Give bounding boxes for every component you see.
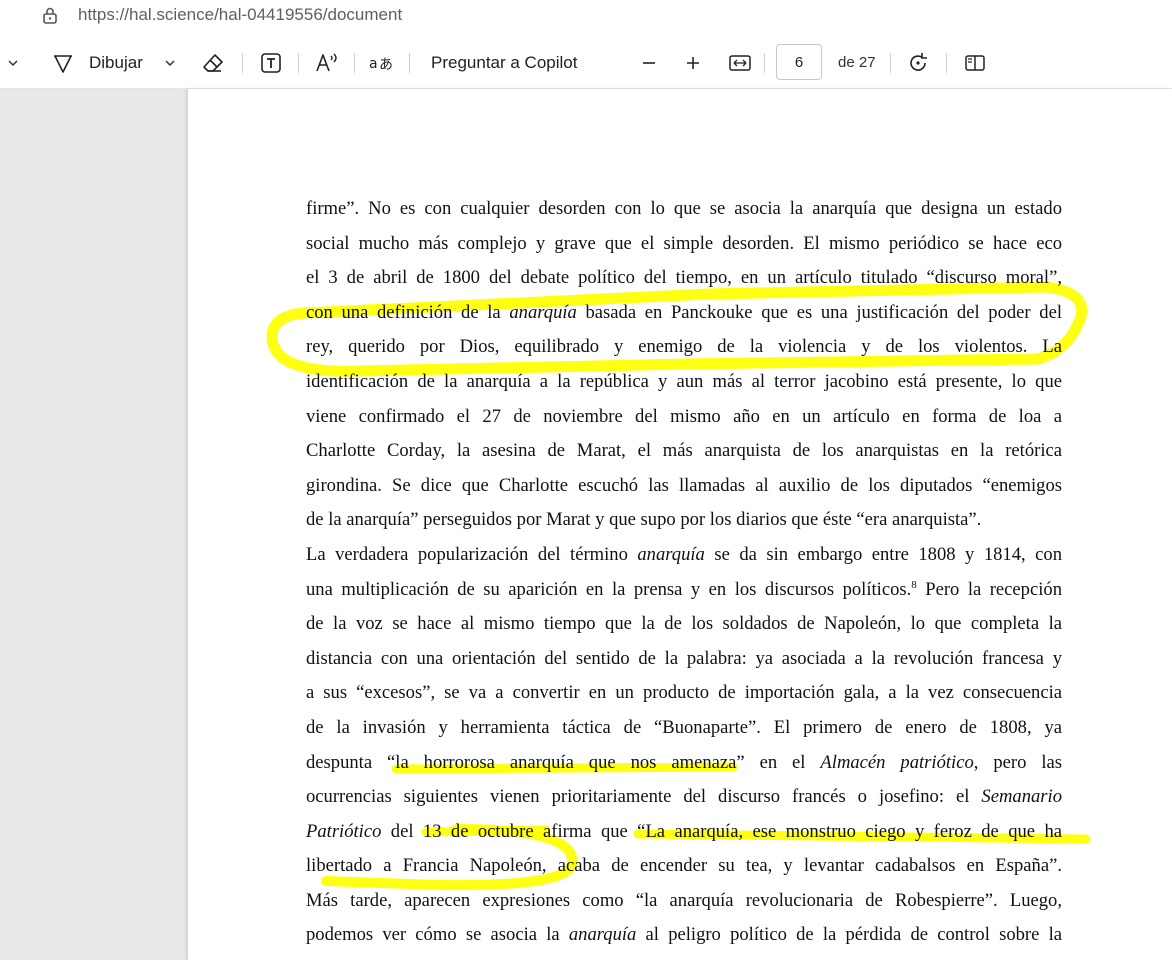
pdf-toolbar: Dibujar aあ Preguntar a Copilot de 27 <box>0 38 1172 89</box>
text-line: distancia con una orientación del sentid… <box>306 642 1062 677</box>
text-segment: podemos ver cómo se asocia la <box>306 924 569 946</box>
text-segment: ocurrencias siguientes vienen prioritari… <box>306 786 982 808</box>
text-segment: social mucho más complejo y grave que el… <box>306 232 1062 254</box>
text-line: ocurrencias siguientes vienen prioritari… <box>306 780 1062 815</box>
text-segment: el 3 de abril de 1800 del debate polític… <box>306 267 1062 289</box>
text-line: a sus “excesos”, se va a convertir en un… <box>306 676 1062 711</box>
page-view-icon[interactable] <box>962 38 988 88</box>
address-bar: https://hal.science/hal-04419556/documen… <box>0 0 1172 30</box>
text-line: una multiplicación de su aparición en la… <box>306 573 1062 608</box>
draw-pen-icon[interactable] <box>50 38 76 88</box>
draw-button[interactable]: Dibujar <box>89 38 143 88</box>
text-segment: se da sin embargo entre 1808 y 1814, con <box>704 543 1062 565</box>
svg-text:あ: あ <box>379 57 393 73</box>
zoom-in-icon[interactable] <box>682 38 704 88</box>
text-line: social mucho más complejo y grave que el… <box>306 227 1062 262</box>
text-line: libertado a Francia Napoleón, acaba de e… <box>306 849 1062 884</box>
text-line: Más tarde, aparecen expresiones como “la… <box>306 884 1062 919</box>
text-line: de la anarquía” perseguidos por Marat y … <box>306 503 1062 538</box>
text-segment: La verdadera popularización del término <box>306 543 638 565</box>
text-segment: con una definición de la <box>306 301 510 323</box>
toolbar-divider <box>764 53 765 73</box>
text-segment: Más tarde, aparecen expresiones como “la… <box>306 889 1062 911</box>
document-text: firme”. No es con cualquier desorden con… <box>306 192 1062 953</box>
text-segment: Charlotte Corday, la asesina de Marat, e… <box>306 440 1062 462</box>
text-line: Patriótico del 13 de octubre afirma que … <box>306 815 1062 850</box>
text-segment: una multiplicación de su aparición en la… <box>306 578 912 600</box>
text-line: el 3 de abril de 1800 del debate polític… <box>306 261 1062 296</box>
text-segment: de la anarquía” perseguidos por Marat y … <box>306 509 982 531</box>
text-segment: anarquía <box>509 301 577 323</box>
text-segment: rey, querido por Dios, equilibrado y ene… <box>306 336 1062 358</box>
pdf-viewer[interactable]: firme”. No es con cualquier desorden con… <box>0 89 1172 960</box>
zoom-out-icon[interactable] <box>638 38 660 88</box>
text-segment: Semanario <box>981 786 1062 808</box>
read-aloud-icon[interactable] <box>313 38 341 88</box>
text-segment: distancia con una orientación del sentid… <box>306 647 1062 669</box>
text-line: La verdadera popularización del término … <box>306 538 1062 573</box>
toolbar-divider <box>890 53 891 73</box>
fit-width-icon[interactable] <box>727 38 753 88</box>
text-line: viene confirmado el 27 de noviembre del … <box>306 400 1062 435</box>
text-segment: , pero las <box>973 751 1062 773</box>
text-line: con una definición de la anarquía basada… <box>306 296 1062 331</box>
text-segment: basada en Panckouke que es una justifica… <box>576 301 1063 323</box>
text-segment: despunta “la horrorosa anarquía que nos … <box>306 751 821 773</box>
translate-icon[interactable]: aあ <box>367 38 395 88</box>
text-line: girondina. Se dice que Charlotte escuchó… <box>306 469 1062 504</box>
toolbar-divider <box>298 53 299 73</box>
text-segment: del 13 de octubre afirma que “La anarquí… <box>381 820 1062 842</box>
text-segment: anarquía <box>568 924 637 946</box>
text-segment: de la invasión y herramienta táctica de … <box>306 716 1062 738</box>
text-segment: girondina. Se dice que Charlotte escuchó… <box>306 474 1062 496</box>
text-line: rey, querido por Dios, equilibrado y ene… <box>306 330 1062 365</box>
draw-options-chevron-icon[interactable] <box>160 38 180 88</box>
text-line: firme”. No es con cualquier desorden con… <box>306 192 1062 227</box>
text-segment: Pero la recepción <box>916 578 1062 600</box>
chevron-down-icon[interactable] <box>2 38 24 88</box>
toolbar-divider <box>242 53 243 73</box>
eraser-icon[interactable] <box>200 38 226 88</box>
page-total-label: de 27 <box>838 54 876 71</box>
text-line: de la invasión y herramienta táctica de … <box>306 711 1062 746</box>
text-segment: viene confirmado el 27 de noviembre del … <box>306 405 1062 427</box>
page-number-input[interactable] <box>776 44 822 80</box>
pdf-page[interactable]: firme”. No es con cualquier desorden con… <box>188 89 1172 960</box>
text-line: despunta “la horrorosa anarquía que nos … <box>306 746 1062 781</box>
text-segment: firme”. No es con cualquier desorden con… <box>306 198 1062 219</box>
toolbar-divider <box>354 53 355 73</box>
text-line: podemos ver cómo se asocia la anarquía a… <box>306 918 1062 953</box>
url-text[interactable]: https://hal.science/hal-04419556/documen… <box>78 5 402 25</box>
text-segment: a sus “excesos”, se va a convertir en un… <box>306 682 1062 704</box>
ask-copilot-button[interactable]: Preguntar a Copilot <box>431 38 577 88</box>
toolbar-divider <box>409 53 410 73</box>
text-line: identificación de la anarquía a la repúb… <box>306 365 1062 400</box>
text-segment: de la voz se hace al mismo tiempo que la… <box>306 613 1062 635</box>
text-segment: Patriótico <box>306 820 382 842</box>
rotate-icon[interactable] <box>905 38 931 88</box>
text-line: de la voz se hace al mismo tiempo que la… <box>306 607 1062 642</box>
lock-icon[interactable] <box>40 5 60 25</box>
text-line: Charlotte Corday, la asesina de Marat, e… <box>306 434 1062 469</box>
text-segment: Almacén patriótico <box>820 751 974 773</box>
text-segment: al peligro político de la pérdida de con… <box>636 924 1062 946</box>
text-segment: libertado a Francia Napoleón, acaba de e… <box>306 855 1062 877</box>
text-box-icon[interactable] <box>258 38 284 88</box>
svg-text:a: a <box>369 56 378 72</box>
toolbar-divider <box>946 53 947 73</box>
text-segment: identificación de la anarquía a la repúb… <box>306 370 1062 392</box>
text-segment: anarquía <box>637 543 705 565</box>
